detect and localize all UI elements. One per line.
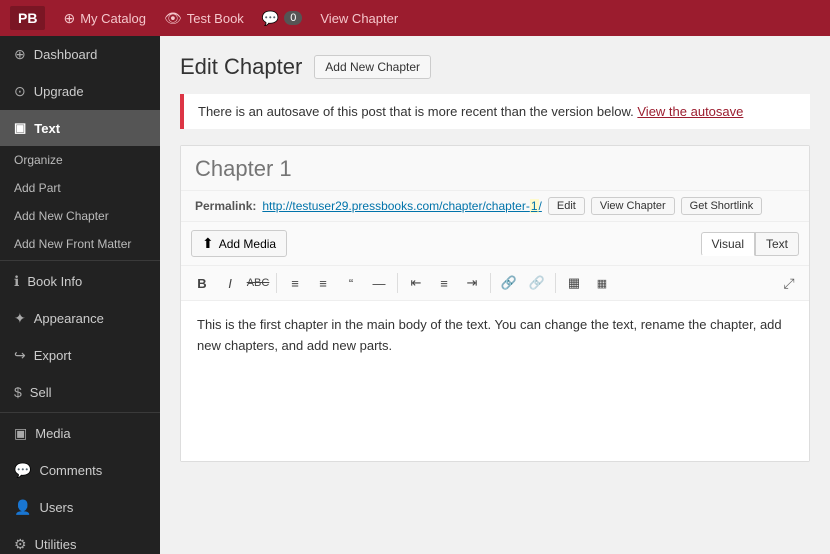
sell-icon: $ bbox=[14, 384, 22, 400]
add-new-chapter-button[interactable]: Add New Chapter bbox=[314, 55, 431, 79]
sidebar-item-book-info[interactable]: ℹ Book Info bbox=[0, 263, 160, 300]
autosave-text: There is an autosave of this post that i… bbox=[198, 104, 634, 119]
upgrade-icon: ⊙ bbox=[14, 83, 26, 100]
sidebar-item-sell[interactable]: $ Sell bbox=[0, 374, 160, 410]
autosave-notice: There is an autosave of this post that i… bbox=[180, 94, 810, 129]
align-right-button[interactable]: ⇥ bbox=[459, 271, 485, 295]
chapter-title-input[interactable] bbox=[195, 156, 795, 182]
sidebar: ⊕ Dashboard ⊙ Upgrade ▣ Text Organize Ad… bbox=[0, 36, 160, 554]
ordered-list-button[interactable]: ≡ bbox=[310, 271, 336, 295]
strikethrough-button[interactable]: ABC bbox=[245, 271, 271, 295]
catalog-icon: ⊕ bbox=[63, 10, 75, 27]
page-title-row: Edit Chapter Add New Chapter bbox=[180, 54, 810, 80]
horizontal-rule-button[interactable]: — bbox=[366, 271, 392, 295]
toolbar-separator-2 bbox=[397, 273, 398, 293]
text-tab[interactable]: Text bbox=[755, 232, 799, 256]
get-shortlink-button[interactable]: Get Shortlink bbox=[681, 197, 763, 215]
comments-link[interactable]: 💬 0 bbox=[262, 10, 303, 27]
sidebar-text-section[interactable]: ▣ Text bbox=[0, 110, 160, 146]
sidebar-divider-1 bbox=[0, 260, 160, 261]
sidebar-item-organize[interactable]: Organize bbox=[0, 146, 160, 174]
users-icon: 👤 bbox=[14, 499, 31, 516]
view-autosave-link[interactable]: View the autosave bbox=[637, 104, 743, 119]
align-left-button[interactable]: ⇤ bbox=[403, 271, 429, 295]
toolbar-separator-3 bbox=[490, 273, 491, 293]
view-chapter-link[interactable]: View Chapter bbox=[320, 11, 398, 26]
comment-icon: 💬 bbox=[262, 10, 279, 27]
sidebar-item-users[interactable]: 👤 Users bbox=[0, 489, 160, 526]
logo[interactable]: PB bbox=[10, 6, 45, 30]
utilities-icon: ⚙ bbox=[14, 536, 27, 553]
toolbar-separator-4 bbox=[555, 273, 556, 293]
top-bar: PB ⊕ My Catalog 👁 Test Book 💬 0 View Cha… bbox=[0, 0, 830, 36]
permalink-label: Permalink: bbox=[195, 199, 256, 213]
toolbar-separator-1 bbox=[276, 273, 277, 293]
permalink-url[interactable]: http://testuser29.pressbooks.com/chapter… bbox=[262, 199, 542, 213]
sidebar-item-add-front-matter[interactable]: Add New Front Matter bbox=[0, 230, 160, 258]
view-chapter-button[interactable]: View Chapter bbox=[591, 197, 675, 215]
bold-button[interactable]: B bbox=[189, 271, 215, 295]
italic-button[interactable]: I bbox=[217, 271, 243, 295]
chapter-card: Permalink: http://testuser29.pressbooks.… bbox=[180, 145, 810, 462]
media-icon: ▣ bbox=[14, 425, 27, 442]
book-info-icon: ℹ bbox=[14, 273, 19, 290]
sidebar-item-dashboard[interactable]: ⊕ Dashboard bbox=[0, 36, 160, 73]
my-catalog-link[interactable]: ⊕ My Catalog bbox=[63, 10, 145, 27]
sidebar-item-add-new-chapter[interactable]: Add New Chapter bbox=[0, 202, 160, 230]
export-icon: ↪ bbox=[14, 347, 26, 364]
view-tabs: Visual Text bbox=[701, 232, 799, 256]
visual-tab[interactable]: Visual bbox=[701, 232, 755, 256]
dashboard-icon: ⊕ bbox=[14, 46, 26, 63]
insert-table-button[interactable]: ▦ bbox=[561, 271, 587, 295]
format-toolbar: B I ABC ≡ ≡ “ — ⇤ ≡ ⇥ 🔗 🔗 ▦ ▦ ⤢ bbox=[181, 266, 809, 301]
editor-header: ⬆ Add Media Visual Text bbox=[181, 222, 809, 266]
add-media-button[interactable]: ⬆ Add Media bbox=[191, 230, 287, 257]
align-center-button[interactable]: ≡ bbox=[431, 271, 457, 295]
sidebar-item-upgrade[interactable]: ⊙ Upgrade bbox=[0, 73, 160, 110]
page-title: Edit Chapter bbox=[180, 54, 302, 80]
sidebar-item-add-part[interactable]: Add Part bbox=[0, 174, 160, 202]
permalink-edit-button[interactable]: Edit bbox=[548, 197, 585, 215]
sidebar-item-export[interactable]: ↪ Export bbox=[0, 337, 160, 374]
insert-link-button[interactable]: 🔗 bbox=[496, 271, 522, 295]
blockquote-button[interactable]: “ bbox=[338, 271, 364, 295]
chapter-title-area bbox=[181, 146, 809, 191]
test-book-link[interactable]: 👁 Test Book bbox=[164, 10, 244, 27]
sidebar-item-media[interactable]: ▣ Media bbox=[0, 415, 160, 452]
permalink-row: Permalink: http://testuser29.pressbooks.… bbox=[181, 191, 809, 222]
sidebar-item-comments[interactable]: 💬 Comments bbox=[0, 452, 160, 489]
unordered-list-button[interactable]: ≡ bbox=[282, 271, 308, 295]
comments-sidebar-icon: 💬 bbox=[14, 462, 31, 479]
text-section-icon: ▣ bbox=[14, 120, 26, 136]
sidebar-divider-2 bbox=[0, 412, 160, 413]
expand-editor-button[interactable]: ⤢ bbox=[777, 271, 801, 295]
comments-badge: 0 bbox=[284, 11, 302, 25]
appearance-icon: ✦ bbox=[14, 310, 26, 327]
sidebar-item-appearance[interactable]: ✦ Appearance bbox=[0, 300, 160, 337]
eye-icon: 👁 bbox=[164, 10, 182, 27]
main-content: Edit Chapter Add New Chapter There is an… bbox=[160, 36, 830, 554]
editor-body[interactable]: This is the first chapter in the main bo… bbox=[181, 301, 809, 461]
add-media-icon: ⬆ bbox=[202, 235, 214, 252]
remove-link-button[interactable]: 🔗 bbox=[524, 271, 550, 295]
permalink-highlight: 1 bbox=[530, 199, 539, 213]
layout: ⊕ Dashboard ⊙ Upgrade ▣ Text Organize Ad… bbox=[0, 36, 830, 554]
insert-special-char-button[interactable]: ▦ bbox=[589, 271, 615, 295]
sidebar-item-utilities[interactable]: ⚙ Utilities bbox=[0, 526, 160, 554]
